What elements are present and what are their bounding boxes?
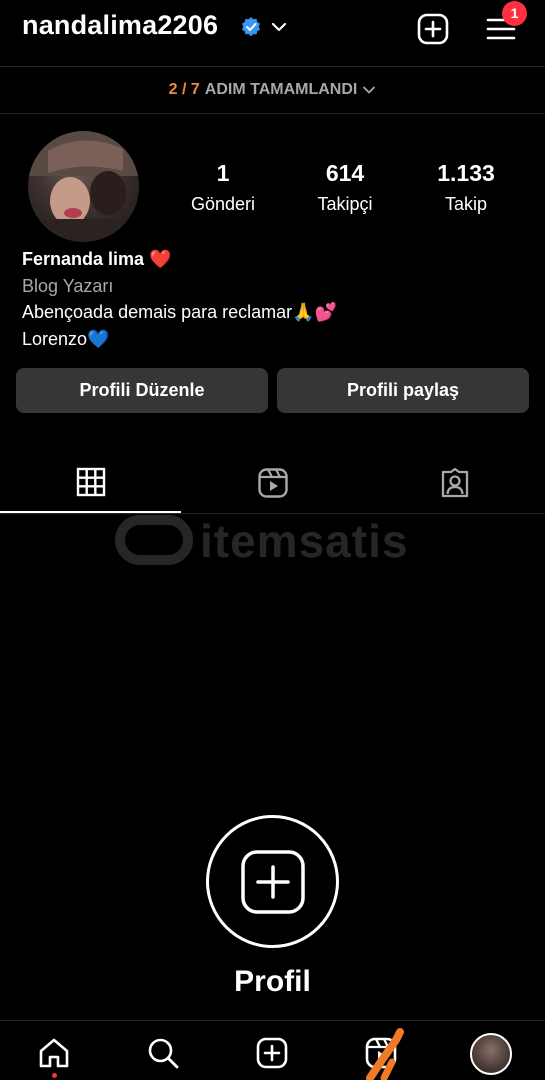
stat-posts-label: Gönderi (190, 194, 256, 214)
stat-posts-value: 1 (216, 160, 230, 186)
bottom-navigation (0, 1020, 545, 1080)
tagged-icon (441, 467, 468, 497)
empty-state-title: Profil (234, 965, 311, 998)
share-profile-button[interactable]: Profili paylaş (277, 368, 529, 413)
tab-posts[interactable] (0, 452, 181, 513)
stat-followers-label: Takipçi (317, 194, 373, 214)
stat-followers-value: 614 (325, 160, 365, 186)
stat-following-value: 1.133 (437, 160, 495, 186)
profile-bio: Fernanda lima ❤️ Blog Yazarı Abençoada d… (22, 246, 337, 352)
create-first-post-button[interactable] (206, 815, 339, 948)
stat-followers[interactable]: 614 Takipçi (285, 160, 405, 215)
watermark-text: itemsatis (200, 515, 409, 567)
stat-following-label: Takip (444, 194, 488, 214)
verified-badge-icon (242, 17, 260, 37)
profile-avatar[interactable] (28, 131, 139, 242)
bio-line-2: Lorenzo💙 (22, 328, 110, 349)
chevron-down-icon (363, 86, 376, 94)
profile-tabs (0, 452, 545, 514)
steps-completed-banner[interactable]: 2 / 7 ADIM TAMAMLANDI (0, 66, 545, 114)
tab-tagged[interactable] (364, 452, 545, 513)
reels-icon (257, 467, 288, 498)
create-icon[interactable] (255, 1036, 289, 1070)
home-icon[interactable] (37, 1036, 71, 1070)
create-post-icon[interactable] (416, 12, 450, 46)
steps-label: ADIM TAMAMLANDI (204, 81, 358, 98)
steps-progress: 2 / 7 (168, 81, 200, 98)
profile-category: Blog Yazarı (22, 275, 114, 296)
username[interactable]: nandalima2206 (22, 10, 218, 41)
watermark: itemsatis (114, 512, 434, 568)
avatar-photo (28, 131, 139, 242)
edit-profile-button[interactable]: Profili Düzenle (16, 368, 268, 413)
create-icon (240, 849, 305, 914)
chevron-down-icon[interactable] (270, 18, 288, 36)
tab-reels[interactable] (182, 452, 363, 513)
watermark-logo-icon (115, 515, 193, 565)
bio-line-1: Abençoada demais para reclamar🙏💕 (22, 302, 337, 322)
display-name: Fernanda lima ❤️ (22, 249, 172, 269)
profile-avatar[interactable] (470, 1033, 512, 1075)
search-icon[interactable] (146, 1036, 180, 1070)
stat-posts[interactable]: 1 Gönderi (163, 160, 283, 215)
home-notification-dot (52, 1073, 57, 1078)
notification-badge: 1 (502, 1, 527, 26)
grid-icon (76, 467, 105, 496)
stat-following[interactable]: 1.133 Takip (406, 160, 526, 215)
orange-annotation-mark (366, 1028, 404, 1080)
top-bar: nandalima2206 1 (0, 0, 545, 66)
